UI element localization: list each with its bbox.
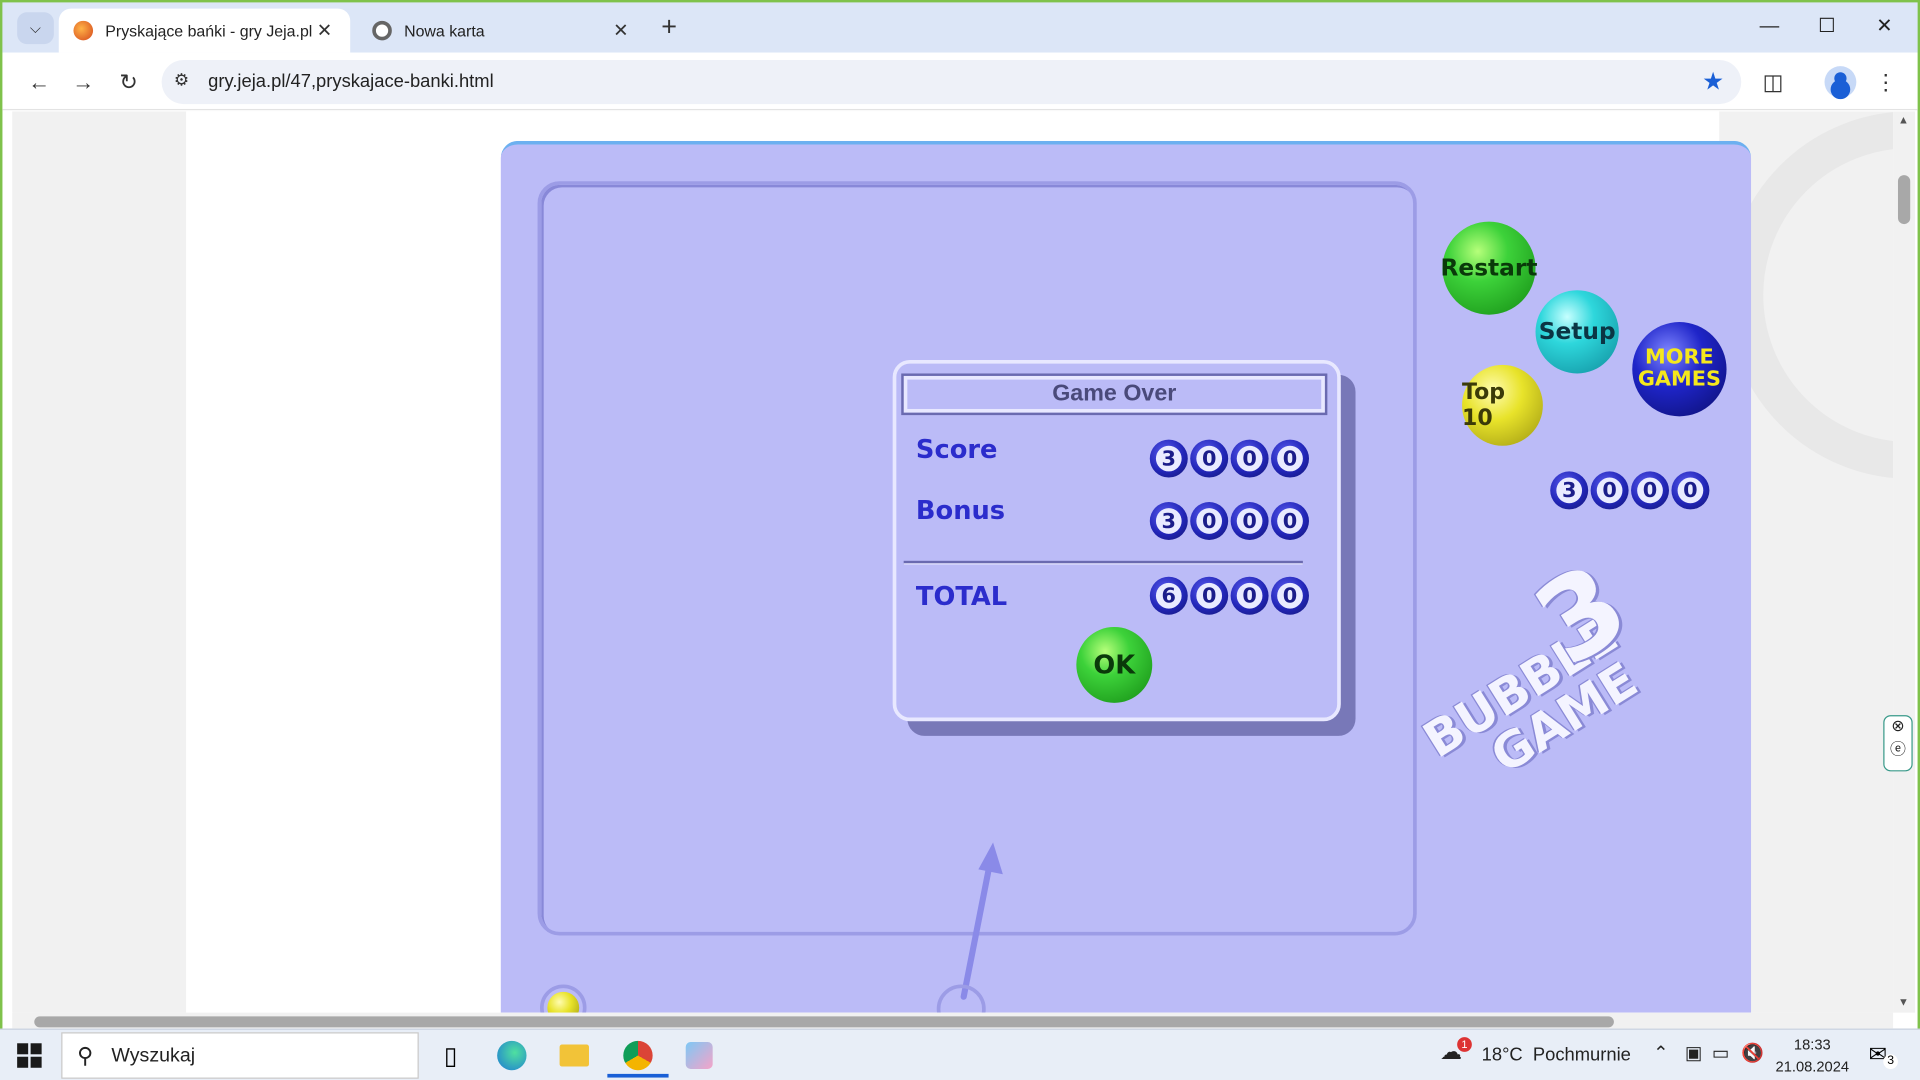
top10-button[interactable]: Top 10 [1462, 364, 1543, 446]
new-tab-button[interactable]: + [661, 12, 677, 41]
total-digit: 0 [1236, 582, 1263, 609]
search-placeholder: Wyszukaj [111, 1045, 196, 1067]
total-value: 6 0 0 0 [1149, 576, 1309, 615]
chrome-favicon-icon [372, 20, 392, 41]
weather-badge: 1 [1457, 1037, 1472, 1052]
current-score: 3 0 0 0 [1550, 471, 1710, 510]
search-icon: ⚲ [77, 1043, 94, 1068]
taskbar-search[interactable]: ⚲ Wyszukaj [61, 1032, 419, 1079]
bonus-label: Bonus [915, 495, 1006, 526]
tab-title: Nowa karta [404, 21, 485, 40]
page-viewport: Restart Setup Top 10 MORE GAMES 3 0 0 0 G… [12, 111, 1894, 1013]
more-games-button[interactable]: MORE GAMES [1632, 322, 1727, 417]
total-digit: 0 [1277, 582, 1303, 609]
chevron-down-icon: ⌵ [29, 18, 42, 37]
profile-avatar[interactable] [1824, 66, 1857, 98]
tab-inactive[interactable]: Nowa karta ✕ [358, 9, 647, 53]
score-digit: 3 [1556, 477, 1583, 504]
file-explorer-icon[interactable] [550, 1033, 599, 1077]
score-digit: 0 [1677, 477, 1704, 504]
bonus-value: 3 0 0 0 [1149, 502, 1309, 541]
weather-text[interactable]: 18°C Pochmurnie [1482, 1044, 1631, 1065]
paint-icon[interactable] [675, 1033, 724, 1077]
chrome-icon[interactable] [607, 1033, 669, 1078]
close-circle-icon[interactable]: ⊗ [1885, 716, 1912, 736]
dialog-divider [903, 560, 1303, 565]
score-value: 3 0 0 0 [1149, 439, 1309, 478]
total-label: TOTAL [915, 581, 1008, 612]
network-icon[interactable]: ▭ [1712, 1042, 1729, 1064]
score-digit: 0 [1596, 477, 1623, 504]
restart-button[interactable]: Restart [1441, 221, 1537, 315]
scroll-up-icon[interactable]: ▲ [1898, 114, 1909, 126]
score-label: Score [915, 434, 998, 465]
bonus-digit: 3 [1155, 508, 1182, 534]
bonus-digit: 0 [1277, 508, 1303, 534]
yellow-bubble-icon [547, 991, 580, 1013]
total-digit: 0 [1196, 582, 1223, 609]
tab-title: Pryskające bańki - gry Jeja.pl [105, 21, 313, 40]
bonus-digit: 0 [1196, 508, 1223, 534]
volume-muted-icon[interactable]: 🔇 [1741, 1042, 1764, 1064]
vertical-scrollbar[interactable]: ▲ ▼ [1893, 111, 1916, 1013]
tab-search-button[interactable]: ⌵ [17, 12, 54, 45]
score-digit: 0 [1277, 445, 1303, 472]
dialog-title: Game Over [901, 373, 1328, 416]
browser-window: ⌵ Pryskające bańki - gry Jeja.pl ✕ Nowa … [0, 0, 1920, 1032]
setup-button[interactable]: Setup [1535, 290, 1619, 374]
show-hidden-icons[interactable]: ⌃ [1653, 1042, 1668, 1064]
bubble-game-3-logo: BUBBLE GAME 3 [1414, 538, 1650, 785]
vertical-scroll-thumb[interactable] [1897, 175, 1911, 225]
task-view-icon[interactable]: ▯ [426, 1033, 475, 1077]
close-tab-icon[interactable]: ✕ [313, 20, 335, 42]
reload-icon[interactable]: ↻ [111, 65, 145, 99]
windows-taskbar: ⚲ Wyszukaj ▯ ☁ 1 18°C Pochmurnie ⌃ ▣ ▭ 🔇… [0, 1028, 1920, 1080]
ok-button[interactable]: OK [1076, 626, 1153, 703]
back-icon[interactable]: ← [22, 65, 56, 99]
url-text[interactable]: gry.jeja.pl/47,pryskajace-banki.html [208, 71, 494, 92]
tab-strip: ⌵ Pryskające bańki - gry Jeja.pl ✕ Nowa … [2, 2, 1918, 53]
maximize-button[interactable]: ☐ [1809, 10, 1846, 44]
edge-icon[interactable] [487, 1033, 536, 1077]
jeja-favicon-icon [73, 20, 94, 41]
forward-icon[interactable]: → [66, 65, 100, 99]
score-digit: 0 [1637, 477, 1663, 504]
bookmark-star-icon[interactable]: ★ [1702, 66, 1724, 97]
extensions-icon[interactable]: ◫ [1756, 65, 1790, 99]
game-canvas[interactable]: Restart Setup Top 10 MORE GAMES 3 0 0 0 G… [500, 140, 1752, 1013]
menu-icon[interactable]: ⋮ [1869, 65, 1903, 99]
close-tab-icon[interactable]: ✕ [610, 20, 632, 42]
bonus-digit: 0 [1236, 508, 1263, 534]
background-decoration [1726, 111, 1894, 479]
tab-active[interactable]: Pryskające bańki - gry Jeja.pl ✕ [58, 8, 351, 53]
windows-start-icon[interactable] [17, 1043, 42, 1068]
time: 18:33 [1793, 1035, 1831, 1054]
address-bar[interactable]: ⚙ gry.jeja.pl/47,pryskajace-banki.html ★ [161, 60, 1742, 105]
side-widget[interactable]: ⊗ ⓔ [1883, 715, 1913, 772]
minimize-button[interactable]: — [1751, 10, 1788, 44]
total-digit: 6 [1155, 582, 1182, 609]
aim-arrow-icon [960, 842, 1003, 1000]
extension-e-icon[interactable]: ⓔ [1885, 736, 1912, 759]
page-content: Restart Setup Top 10 MORE GAMES 3 0 0 0 G… [186, 111, 1752, 1013]
game-over-dialog: Game Over Score 3 0 0 0 Bonus 3 0 0 0 TO… [892, 360, 1341, 722]
date: 21.08.2024 [1775, 1057, 1850, 1076]
site-settings-icon[interactable]: ⚙ [174, 70, 189, 91]
browser-toolbar: ← → ↻ ⚙ gry.jeja.pl/47,pryskajace-banki.… [2, 52, 1918, 111]
score-digit: 0 [1196, 445, 1223, 472]
score-digit: 3 [1155, 445, 1182, 472]
next-bubble [540, 984, 587, 1013]
notifications-icon[interactable]: ✉ 3 [1869, 1042, 1898, 1069]
close-window-button[interactable]: ✕ [1866, 10, 1903, 44]
scroll-down-icon[interactable]: ▼ [1898, 996, 1909, 1008]
score-digit: 0 [1236, 445, 1263, 472]
horizontal-scroll-thumb[interactable] [34, 1016, 1614, 1028]
clock[interactable]: 18:33 21.08.2024 [1776, 1033, 1850, 1077]
meet-icon[interactable]: ▣ [1685, 1042, 1702, 1064]
